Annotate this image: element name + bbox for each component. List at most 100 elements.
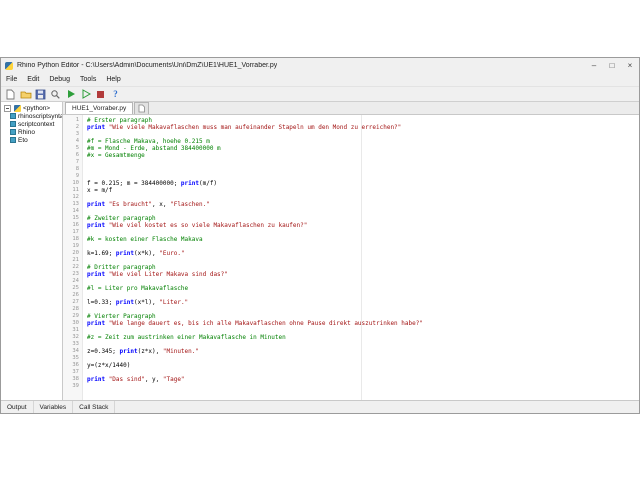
code-line[interactable]: 7 [63,159,639,166]
line-number: 13 [72,201,79,207]
new-tab-button[interactable] [134,102,150,114]
code-line[interactable]: 21 [63,257,639,264]
tree-item-label: Rhino [18,128,35,136]
code-line[interactable]: 38 print "Das sind", y, "Tage" [63,376,639,383]
code-line[interactable]: 29 # Vierter Paragraph [63,313,639,320]
code-line[interactable]: 39 [63,383,639,390]
tree-item-rhinoscriptsyntax[interactable]: rhinoscriptsyntax [1,112,62,120]
code-line[interactable]: 32 #z = Zeit zum austrinken einer Makavaf… [63,334,639,341]
code-line[interactable]: 14 [63,208,639,215]
line-number: 10 [72,180,79,186]
code-line[interactable]: 23 print "Wie viel Liter Makava sind das?… [63,271,639,278]
menu-bar: File Edit Debug Tools Help [1,73,639,86]
code-line[interactable]: 8 [63,166,639,173]
code-line[interactable]: 9 [63,173,639,180]
code-line[interactable]: 20 k=1.69; print(x*k), "Euro." [63,250,639,257]
editor-pane: HUE1_Vorraber.py 1 # Erster paragraph 2 pri… [63,102,639,400]
maximize-button[interactable]: □ [603,58,621,73]
run-icon[interactable] [64,88,77,101]
stop-icon[interactable] [94,88,107,101]
line-number: 25 [72,285,79,291]
line-number: 29 [72,313,79,319]
line-number: 2 [75,124,79,130]
menu-edit[interactable]: Edit [22,73,44,86]
line-number: 12 [72,194,79,200]
line-number: 38 [72,376,79,382]
toolbar: ? [1,86,639,102]
open-folder-icon[interactable] [19,88,32,101]
close-button[interactable]: × [621,58,639,73]
code-line[interactable]: 17 [63,229,639,236]
new-file-icon[interactable] [4,88,17,101]
menu-help[interactable]: Help [101,73,125,86]
line-number: 37 [72,369,79,375]
menu-tools[interactable]: Tools [75,73,101,86]
debug-run-icon[interactable] [79,88,92,101]
code-line[interactable]: 2 print "Wie viele Makavaflaschen muss ma… [63,124,639,131]
code-area[interactable]: 1 # Erster paragraph 2 print "Wie viele Mak… [63,115,639,400]
code-line[interactable]: 12 [63,194,639,201]
code-line[interactable]: 27 l=0.33; print(x*l), "Liter." [63,299,639,306]
panel-tab-call-stack[interactable]: Call Stack [73,401,116,413]
code-line[interactable]: 11 x = m/f [63,187,639,194]
line-number: 9 [75,173,79,179]
panel-tab-variables[interactable]: Variables [34,401,74,413]
tree-item-label: rhinoscriptsyntax [18,112,63,120]
line-number: 39 [72,383,79,389]
code-line[interactable]: 5 #m = Mond - Erde, abstand 384400000 m [63,145,639,152]
line-number: 6 [75,152,79,158]
line-number: 28 [72,306,79,312]
bottom-panel-bar: Output Variables Call Stack [1,400,639,413]
code-line[interactable]: 16 print "Wie viel kostet es so viele Mak… [63,222,639,229]
code-line[interactable]: 13 print "Es braucht", x, "Flaschen." [63,201,639,208]
code-line[interactable]: 26 [63,292,639,299]
code-line[interactable]: 24 [63,278,639,285]
line-number: 7 [75,159,79,165]
tree-item-eto[interactable]: Eto [1,136,62,144]
line-number: 31 [72,327,79,333]
code-line[interactable]: 3 [63,131,639,138]
editor-tab-strip: HUE1_Vorraber.py [63,102,639,115]
code-line[interactable]: 22 # Dritter paragraph [63,264,639,271]
code-line[interactable]: 10 f = 0.215; m = 384400000; print(m/f) [63,180,639,187]
module-icon [10,137,16,143]
code-line[interactable]: 30 print "Wie lange dauert es, bis ich al… [63,320,639,327]
line-number: 3 [75,131,79,137]
code-line[interactable]: 18 #k = kosten einer Flasche Makava [63,236,639,243]
code-line[interactable]: 1 # Erster paragraph [63,117,639,124]
code-line[interactable]: 37 [63,369,639,376]
code-line[interactable]: 28 [63,306,639,313]
minimize-button[interactable]: – [585,58,603,73]
code-line[interactable]: 33 [63,341,639,348]
line-number: 18 [72,236,79,242]
menu-debug[interactable]: Debug [44,73,75,86]
code-line[interactable]: 19 [63,243,639,250]
panel-tab-output[interactable]: Output [1,401,34,413]
window-title: Rhino Python Editor - C:\Users\Admin\Doc… [17,62,278,69]
code-line[interactable]: 6 #x = Gesamtmenge [63,152,639,159]
line-number: 26 [72,292,79,298]
code-lines: 1 # Erster paragraph 2 print "Wie viele Mak… [63,117,639,390]
tree-item-rhino[interactable]: Rhino [1,128,62,136]
collapse-icon[interactable] [4,104,11,112]
save-icon[interactable] [34,88,47,101]
line-number: 34 [72,348,79,354]
help-icon[interactable]: ? [109,88,122,101]
code-line[interactable]: 4 #f = Flasche Makava, hoehe 0.215 m [63,138,639,145]
tree-item-label: scriptcontext [18,120,55,128]
code-line[interactable]: 31 [63,327,639,334]
python-node-icon [14,104,21,112]
code-line[interactable]: 25 #l = Liter pro Makavaflasche [63,285,639,292]
code-line[interactable]: 15 # Zweiter paragraph [63,215,639,222]
code-line[interactable]: 36 y=(z*x/1440) [63,362,639,369]
tab-hue1-vorraber[interactable]: HUE1_Vorraber.py [65,102,134,114]
code-line[interactable]: 34 z=0.345; print(z*x), "Minuten." [63,348,639,355]
search-icon[interactable] [49,88,62,101]
tree-item-label: <python> [23,104,51,112]
title-bar: Rhino Python Editor - C:\Users\Admin\Doc… [1,58,639,73]
menu-file[interactable]: File [1,73,22,86]
main-area: <python> rhinoscriptsyntax scriptcontext Rh… [1,102,639,400]
code-line[interactable]: 35 [63,355,639,362]
tree-item-scriptcontext[interactable]: scriptcontext [1,120,62,128]
tree-item-python[interactable]: <python> [1,104,62,112]
